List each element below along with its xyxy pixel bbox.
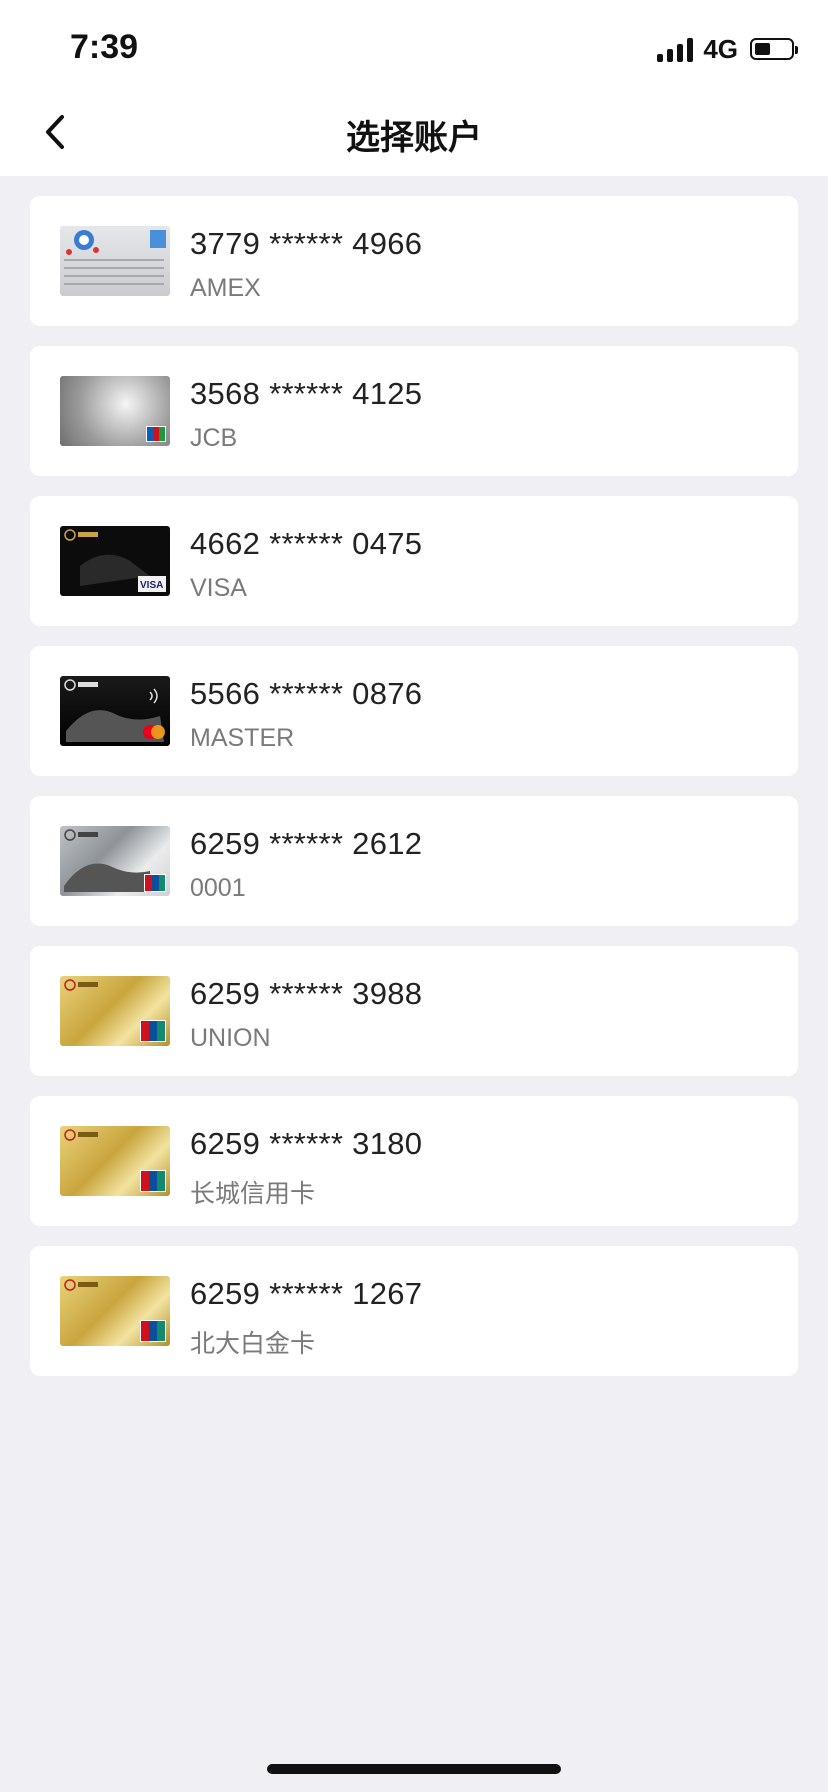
screen: 7:39 4G 选择账户 3779 ****** 4966 AMEX 3568 … xyxy=(0,0,828,1792)
card-row[interactable]: 6259 ****** 2612 0001 xyxy=(30,796,798,926)
card-type: VISA xyxy=(190,574,247,602)
card-number: 3779 ****** 4966 xyxy=(190,226,423,261)
card-row[interactable]: 5566 ****** 0876 MASTER xyxy=(30,646,798,776)
status-indicators: 4G xyxy=(657,33,798,64)
network-label: 4G xyxy=(703,33,738,64)
amex-card-image xyxy=(60,226,170,296)
card-row[interactable]: 6259 ****** 3180 长城信用卡 xyxy=(30,1096,798,1226)
card-type: JCB xyxy=(190,424,238,452)
visa-card-image: VISA xyxy=(60,526,170,596)
card-row[interactable]: 6259 ****** 1267 北大白金卡 xyxy=(30,1246,798,1376)
card-type: 0001 xyxy=(190,874,246,902)
nav-bar: 选择账户 xyxy=(0,88,828,176)
svg-text:VISA: VISA xyxy=(140,580,163,591)
card-number: 6259 ****** 3988 xyxy=(190,976,423,1011)
card-number: 3568 ****** 4125 xyxy=(190,376,423,411)
home-indicator[interactable] xyxy=(267,1764,561,1774)
battery-icon xyxy=(750,38,798,60)
card-number: 4662 ****** 0475 xyxy=(190,526,423,561)
card-number: 5566 ****** 0876 xyxy=(190,676,423,711)
card-type: 北大白金卡 xyxy=(190,1330,316,1358)
unionpay-card-image xyxy=(60,826,170,896)
card-type: AMEX xyxy=(190,274,261,302)
mastercard-card-image xyxy=(60,676,170,746)
page-title: 选择账户 xyxy=(346,119,482,157)
unionpay-card-image xyxy=(60,976,170,1046)
unionpay-card-image xyxy=(60,1276,170,1346)
card-number: 6259 ****** 3180 xyxy=(190,1126,423,1161)
card-number: 6259 ****** 1267 xyxy=(190,1276,423,1311)
card-row[interactable]: 3779 ****** 4966 AMEX xyxy=(30,196,798,326)
card-type: MASTER xyxy=(190,724,295,752)
card-list: 3779 ****** 4966 AMEX 3568 ****** 4125 J… xyxy=(30,196,798,1396)
jcb-card-image xyxy=(60,376,170,446)
unionpay-card-image xyxy=(60,1126,170,1196)
status-bar: 7:39 4G xyxy=(0,0,828,88)
card-row[interactable]: 3568 ****** 4125 JCB xyxy=(30,346,798,476)
card-row[interactable]: 6259 ****** 3988 UNION xyxy=(30,946,798,1076)
card-type: UNION xyxy=(190,1024,271,1052)
signal-icon xyxy=(657,36,694,62)
card-type: 长城信用卡 xyxy=(190,1180,316,1208)
card-number: 6259 ****** 2612 xyxy=(190,826,423,861)
status-time: 7:39 xyxy=(70,28,139,66)
card-row[interactable]: VISA 4662 ****** 0475 VISA xyxy=(30,496,798,626)
